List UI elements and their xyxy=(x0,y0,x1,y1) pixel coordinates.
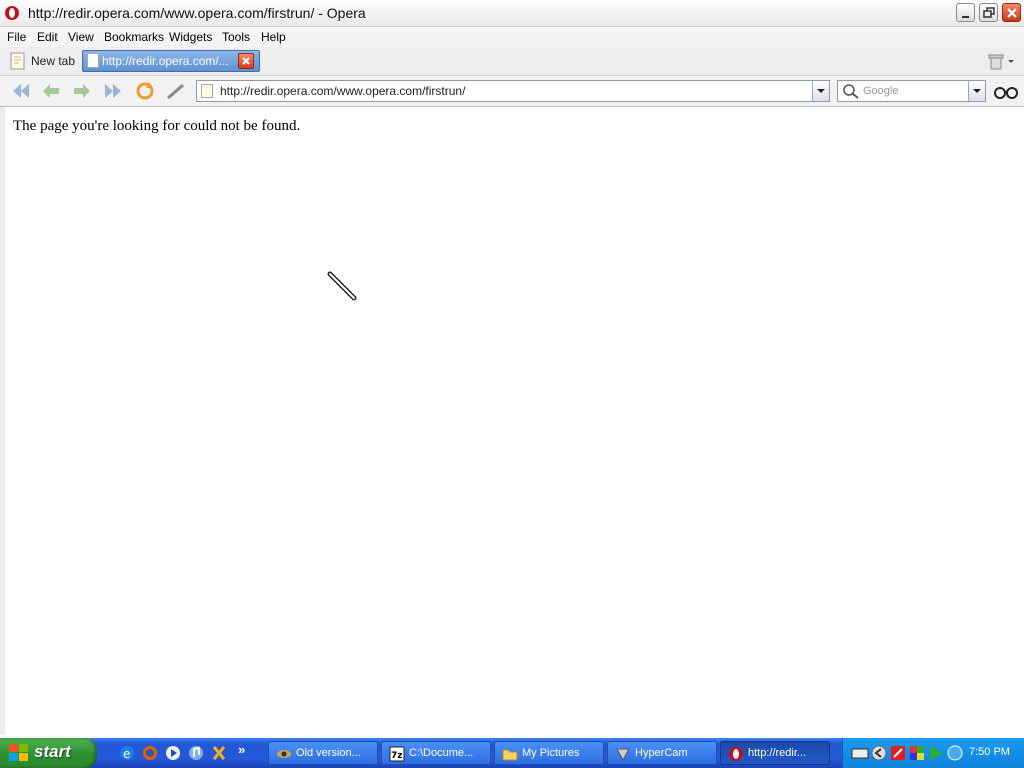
taskbar: start e » Old version... 7z C:\Docume...… xyxy=(0,738,1024,768)
back-icon[interactable] xyxy=(40,80,62,102)
not-found-message: The page you're looking for could not be… xyxy=(13,118,301,134)
media-player-icon[interactable] xyxy=(164,744,182,762)
7zip-icon: 7z xyxy=(389,746,405,762)
chevron-down-icon[interactable] xyxy=(968,81,985,101)
title-bar: http://redir.opera.com/www.opera.com/fir… xyxy=(0,0,1024,27)
close-tab-icon[interactable] xyxy=(238,53,254,69)
cursor-icon xyxy=(327,271,359,308)
internet-explorer-icon[interactable]: e xyxy=(118,744,136,762)
opera-icon xyxy=(728,746,744,762)
menu-bar: File Edit View Bookmarks Widgets Tools H… xyxy=(0,27,1024,47)
taskbar-button-label: Old version... xyxy=(296,747,361,759)
opera-logo-icon xyxy=(4,5,20,21)
glasses-icon[interactable] xyxy=(993,80,1018,102)
taskbar-button-label: HyperCam xyxy=(635,747,688,759)
search-placeholder: Google xyxy=(863,85,899,97)
clock: 7:50 PM xyxy=(969,746,1010,758)
tab-label: New tab xyxy=(31,54,76,68)
tab-active-page[interactable]: http://redir.opera.com/... xyxy=(82,50,260,72)
folder-icon xyxy=(502,746,518,762)
eye-icon xyxy=(276,746,292,762)
page-icon xyxy=(87,53,99,71)
start-button[interactable]: start xyxy=(0,738,97,768)
taskbar-button-active[interactable]: http://redir... xyxy=(720,741,830,765)
app-quicklaunch-icon[interactable] xyxy=(210,744,228,762)
menu-tools[interactable]: Tools xyxy=(222,30,250,44)
edit-pen-icon[interactable] xyxy=(165,80,187,102)
itunes-icon[interactable] xyxy=(187,744,205,762)
fast-forward-icon[interactable] xyxy=(102,80,124,102)
restore-button[interactable] xyxy=(979,3,998,22)
taskbar-button[interactable]: HyperCam xyxy=(607,741,717,765)
menu-file[interactable]: File xyxy=(7,30,26,44)
taskbar-button[interactable]: Old version... xyxy=(268,741,378,765)
search-icon xyxy=(842,83,860,102)
chevron-right-icon[interactable]: » xyxy=(238,742,256,760)
svg-text:7z: 7z xyxy=(391,751,403,761)
forward-icon[interactable] xyxy=(71,80,93,102)
page-content: The page you're looking for could not be… xyxy=(5,107,1024,735)
trash-icon[interactable] xyxy=(988,52,1016,73)
hypercam-icon xyxy=(615,746,631,762)
tab-new-tab[interactable]: New tab xyxy=(4,50,80,72)
taskbar-button-label: C:\Docume... xyxy=(409,747,474,759)
windows-logo-icon xyxy=(9,744,29,765)
svg-text:e: e xyxy=(123,747,130,761)
reload-icon[interactable] xyxy=(134,80,156,102)
minimize-button[interactable] xyxy=(956,3,975,22)
tab-bar: New tab http://redir.opera.com/... xyxy=(0,47,1024,76)
new-page-icon xyxy=(10,52,26,73)
taskbar-button[interactable]: 7z C:\Docume... xyxy=(381,741,491,765)
play-icon[interactable] xyxy=(927,744,945,762)
menu-widgets[interactable]: Widgets xyxy=(169,30,212,44)
taskbar-button-label: My Pictures xyxy=(522,747,580,759)
menu-help[interactable]: Help xyxy=(261,30,286,44)
page-icon xyxy=(201,84,213,98)
menu-edit[interactable]: Edit xyxy=(37,30,58,44)
firefox-icon[interactable] xyxy=(141,744,159,762)
address-field[interactable]: http://redir.opera.com/www.opera.com/fir… xyxy=(196,80,830,102)
taskbar-button[interactable]: My Pictures xyxy=(494,741,604,765)
antivirus-icon[interactable] xyxy=(889,744,907,762)
rewind-icon[interactable] xyxy=(10,80,32,102)
navigation-bar: http://redir.opera.com/www.opera.com/fir… xyxy=(0,76,1024,107)
close-button[interactable] xyxy=(1002,3,1021,22)
keyboard-icon[interactable] xyxy=(851,744,869,762)
update-icon[interactable] xyxy=(946,744,964,762)
menu-bookmarks[interactable]: Bookmarks xyxy=(104,30,164,44)
chevron-down-icon[interactable] xyxy=(812,81,829,101)
taskbar-button-label: http://redir... xyxy=(748,747,807,759)
back-circle-icon[interactable] xyxy=(870,744,888,762)
tab-label: http://redir.opera.com/... xyxy=(102,54,229,68)
network-icon[interactable] xyxy=(908,744,926,762)
address-url[interactable]: http://redir.opera.com/www.opera.com/fir… xyxy=(220,84,465,98)
search-field[interactable]: Google xyxy=(837,80,986,102)
menu-view[interactable]: View xyxy=(68,30,94,44)
window-title: http://redir.opera.com/www.opera.com/fir… xyxy=(28,5,366,21)
system-tray: 7:50 PM xyxy=(842,738,1024,768)
start-label: start xyxy=(34,742,71,761)
